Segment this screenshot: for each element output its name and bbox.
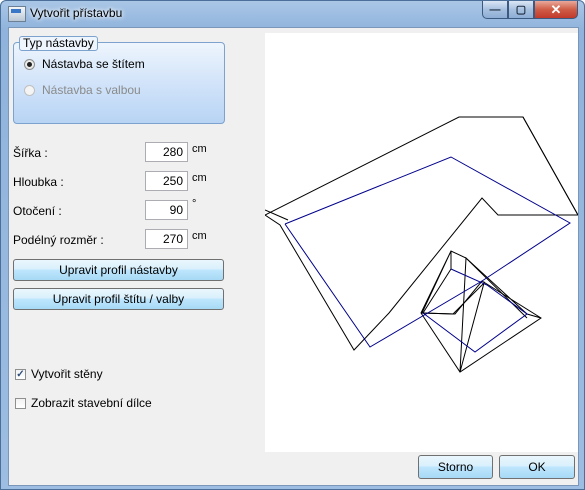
rotation-unit: ° bbox=[192, 198, 197, 210]
create-walls-checkbox[interactable]: ✓ Vytvořit stěny bbox=[15, 367, 103, 381]
create-walls-label: Vytvořit stěny bbox=[31, 367, 103, 381]
roof-edge-right bbox=[522, 116, 579, 216]
radio-hip[interactable]: Nástavba s valbou bbox=[24, 83, 141, 97]
app-icon bbox=[8, 6, 26, 22]
rotation-input[interactable]: 90 bbox=[145, 200, 188, 220]
length-input[interactable]: 270 bbox=[145, 229, 188, 249]
gable-inner bbox=[422, 251, 528, 373]
radio-gable-indicator[interactable] bbox=[24, 58, 35, 70]
preview-3d-canvas[interactable] bbox=[264, 33, 579, 452]
close-button[interactable]: ✕ bbox=[534, 1, 578, 19]
close-icon: ✕ bbox=[550, 1, 562, 17]
create-walls-checkbox-box[interactable]: ✓ bbox=[15, 368, 26, 380]
rotation-label: Otočení : bbox=[13, 204, 62, 218]
title-bar[interactable]: Vytvořit přístavbu — ▢ ✕ bbox=[1, 1, 584, 27]
edit-profile-button[interactable]: Upravit profil nástavby bbox=[13, 259, 224, 281]
length-label: Podélný rozměr : bbox=[13, 233, 104, 247]
show-parts-checkbox[interactable]: Zobrazit stavební dílce bbox=[15, 396, 152, 410]
roof-wireframe-drawing bbox=[264, 116, 579, 373]
maximize-icon: ▢ bbox=[515, 4, 527, 16]
edit-gable-profile-button[interactable]: Upravit profil štítu / valby bbox=[13, 288, 224, 310]
dialog-client-area: Typ nástavby Nástavba se štítem Nástavba… bbox=[8, 27, 579, 486]
show-parts-label: Zobrazit stavební dílce bbox=[31, 396, 152, 410]
maximize-button[interactable]: ▢ bbox=[508, 1, 534, 19]
show-parts-checkbox-box[interactable] bbox=[15, 397, 26, 409]
minimize-button[interactable]: — bbox=[482, 1, 508, 19]
roof-type-group: Typ nástavby Nástavba se štítem Nástavba… bbox=[13, 36, 225, 124]
radio-hip-label: Nástavba s valbou bbox=[42, 83, 141, 97]
width-input[interactable]: 280 bbox=[145, 142, 188, 162]
length-unit: cm bbox=[192, 230, 207, 242]
radio-hip-indicator[interactable] bbox=[24, 84, 35, 96]
ok-button[interactable]: OK bbox=[499, 455, 575, 479]
radio-gable[interactable]: Nástavba se štítem bbox=[24, 57, 145, 71]
roof-base-highlight bbox=[284, 156, 571, 348]
radio-gable-label: Nástavba se štítem bbox=[42, 57, 145, 71]
width-unit: cm bbox=[192, 143, 207, 155]
dialog-window: Vytvořit přístavbu — ▢ ✕ Typ nástavby Ná… bbox=[0, 0, 585, 490]
depth-input[interactable]: 250 bbox=[145, 171, 188, 191]
window-controls: — ▢ ✕ bbox=[482, 1, 578, 20]
depth-unit: cm bbox=[192, 172, 207, 184]
width-label: Šířka : bbox=[13, 146, 48, 160]
cancel-button[interactable]: Storno bbox=[418, 455, 493, 479]
button-bar: Storno OK bbox=[9, 452, 578, 485]
window-title: Vytvořit přístavbu bbox=[30, 6, 123, 20]
depth-label: Hloubka : bbox=[13, 175, 64, 189]
roof-type-legend: Typ nástavby bbox=[19, 36, 98, 51]
minimize-icon: — bbox=[489, 3, 501, 16]
roof-ridge-left bbox=[264, 209, 289, 221]
